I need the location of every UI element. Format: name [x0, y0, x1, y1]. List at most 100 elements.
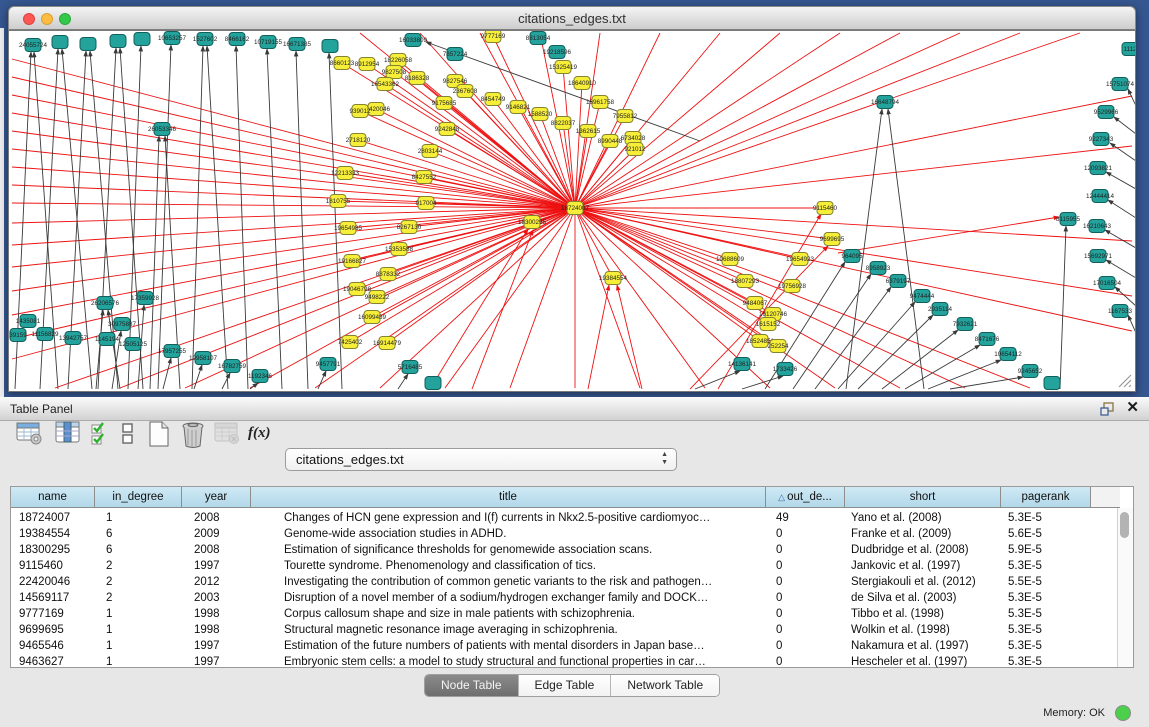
- graph-node-label: 9484067: [743, 300, 768, 307]
- graph-node-label: 6379197: [886, 278, 911, 285]
- table-cell: Franke et al. (2009): [851, 526, 999, 542]
- table-panel-header: Table Panel ✕: [0, 397, 1149, 421]
- tab-node-table[interactable]: Node Table: [425, 675, 519, 696]
- table-cell: 2012: [194, 574, 249, 590]
- table-cell: 5.3E-5: [1008, 590, 1089, 606]
- table-row[interactable]: 2242004622012Investigating the contribut…: [11, 574, 1120, 590]
- column-header-title[interactable]: title: [251, 487, 766, 508]
- table-row[interactable]: 977716911998Corpus callosum shape and si…: [11, 606, 1120, 622]
- column-header-short[interactable]: short: [845, 487, 1001, 508]
- table-cell: 0: [776, 654, 843, 670]
- table-row[interactable]: 946362711997Embryonic stem cells: a mode…: [11, 654, 1120, 670]
- table-cell: Jankovic et al. (1997): [851, 558, 999, 574]
- graph-node-label: 17016504: [1093, 280, 1122, 287]
- table-row[interactable]: 1938455462009Genome-wide association stu…: [11, 526, 1120, 542]
- network-window-title: citations_edges.txt: [9, 11, 1135, 26]
- network-canvas[interactable]: 2405572410653257152760284661621071915516…: [8, 30, 1136, 392]
- network-window[interactable]: citations_edges.txt 24055724106532571527…: [8, 6, 1136, 392]
- graph-node-label: 7932621: [953, 321, 978, 328]
- column-header-pagerank[interactable]: pagerank: [1001, 487, 1091, 508]
- close-panel-icon[interactable]: ✕: [1126, 400, 1139, 416]
- select-column-icon[interactable]: [55, 421, 81, 450]
- table-cell: Hescheler et al. (1997): [851, 654, 999, 670]
- dropdown-stepper-icon: ▲▼: [661, 451, 668, 467]
- graph-node-label: 8990448: [598, 138, 623, 145]
- table-row[interactable]: 946554611997Estimation of the future num…: [11, 638, 1120, 654]
- merge-rows-icon[interactable]: [121, 421, 135, 452]
- graph-node-label: 7425402: [338, 339, 363, 346]
- graph-node[interactable]: [80, 38, 96, 51]
- table-row[interactable]: 1456911722003Disruption of a novel membe…: [11, 590, 1120, 606]
- graph-node-label: 16033809: [399, 37, 428, 44]
- function-builder-icon[interactable]: f(x): [248, 425, 271, 442]
- checklist-icon[interactable]: [90, 421, 112, 452]
- column-header-in_degree[interactable]: in_degree: [95, 487, 182, 508]
- graph-node-label: 8878332: [376, 271, 401, 278]
- graph-node-label: 15325419: [549, 64, 578, 71]
- table-mode-tabs[interactable]: Node TableEdge TableNetwork Table: [424, 674, 720, 697]
- table-cell: 2003: [194, 590, 249, 606]
- delete-trash-icon[interactable]: [181, 421, 206, 453]
- graph-node-label: 939012: [349, 108, 371, 115]
- memory-ok-indicator-icon[interactable]: [1115, 705, 1131, 721]
- table-cell: Disruption of a novel member of a sodium…: [284, 590, 764, 606]
- table-cell: Nakamura et al. (1997): [851, 638, 999, 654]
- table-cell: Stergiakouli et al. (2012): [851, 574, 999, 590]
- graph-node[interactable]: [425, 377, 441, 390]
- table-selector-dropdown[interactable]: citations_edges.txt ▲▼: [285, 448, 677, 471]
- scrollbar-thumb[interactable]: [1120, 512, 1129, 538]
- table-row[interactable]: 1872400712008Changes of HCN gene express…: [11, 510, 1120, 526]
- table-cell: Investigating the contribution of common…: [284, 574, 764, 590]
- graph-node-label: 17957255: [158, 348, 187, 355]
- vertical-scrollbar[interactable]: [1117, 508, 1133, 667]
- node-table[interactable]: namein_degreeyeartitle△out_de...shortpag…: [10, 486, 1134, 668]
- table-cell: 1998: [194, 606, 249, 622]
- graph-node-label: 19756928: [778, 283, 807, 290]
- table-cell: 5.3E-5: [1008, 622, 1089, 638]
- table-cell: Embryonic stem cells: a model to study s…: [284, 654, 764, 670]
- network-window-titlebar[interactable]: citations_edges.txt: [8, 6, 1136, 30]
- graph-node-label: 18300295: [518, 219, 547, 226]
- table-row[interactable]: 969969511998Structural magnetic resonanc…: [11, 622, 1120, 638]
- graph-node-label: 30975887: [108, 321, 137, 328]
- tab-edge-table[interactable]: Edge Table: [519, 675, 612, 696]
- table-cell: Estimation of significance thresholds fo…: [284, 542, 764, 558]
- graph-node[interactable]: [322, 40, 338, 53]
- column-header-out_de[interactable]: △out_de...: [766, 487, 845, 508]
- graph-node-label: 9146821: [506, 104, 531, 111]
- graph-node-label: 9242848: [435, 126, 460, 133]
- float-window-icon[interactable]: [1100, 402, 1115, 416]
- graph-node[interactable]: [1044, 377, 1060, 390]
- graph-node-label: 8471676: [975, 336, 1000, 343]
- graph-node-label: 9777169: [481, 33, 506, 40]
- graph-node-label: 18226058: [384, 57, 413, 64]
- graph-node-label: 9227343: [1089, 136, 1114, 143]
- graph-node-label: 8466162: [225, 36, 250, 43]
- graph-node-label: 1362615: [576, 128, 601, 135]
- graph-node-label: 19384554: [599, 275, 628, 282]
- window-resize-grip[interactable]: [1117, 373, 1133, 389]
- table-row[interactable]: 1830029562008Estimation of significance …: [11, 542, 1120, 558]
- graph-node-label: 26053346: [148, 126, 177, 133]
- table-settings-icon[interactable]: [16, 421, 43, 450]
- graph-node-label: 8912954: [355, 61, 380, 68]
- graph-node-label: 9245652: [1018, 368, 1043, 375]
- graph-node-label: 5716485: [398, 364, 423, 371]
- graph-node-label: 6734028: [621, 135, 646, 142]
- new-document-icon[interactable]: [147, 421, 171, 453]
- table-cell: Changes of HCN gene expression and I(f) …: [284, 510, 764, 526]
- graph-node-label: 10688609: [716, 256, 745, 263]
- table-row[interactable]: 911546021997Tourette syndrome. Phenomeno…: [11, 558, 1120, 574]
- table-cell: 5.6E-5: [1008, 526, 1089, 542]
- table-cell: 22420046: [19, 574, 93, 590]
- graph-node-label: 1145194: [95, 336, 120, 343]
- tab-network-table[interactable]: Network Table: [611, 675, 719, 696]
- graph-node[interactable]: [52, 36, 68, 49]
- graph-node[interactable]: [110, 35, 126, 48]
- column-header-name[interactable]: name: [11, 487, 95, 508]
- column-header-year[interactable]: year: [182, 487, 251, 508]
- graph-node-label: 16671385: [283, 41, 312, 48]
- citation-network-graph[interactable]: 2405572410653257152760284661621071915516…: [9, 31, 1135, 391]
- graph-node-label: 16210643: [1083, 223, 1112, 230]
- graph-node[interactable]: [134, 33, 150, 46]
